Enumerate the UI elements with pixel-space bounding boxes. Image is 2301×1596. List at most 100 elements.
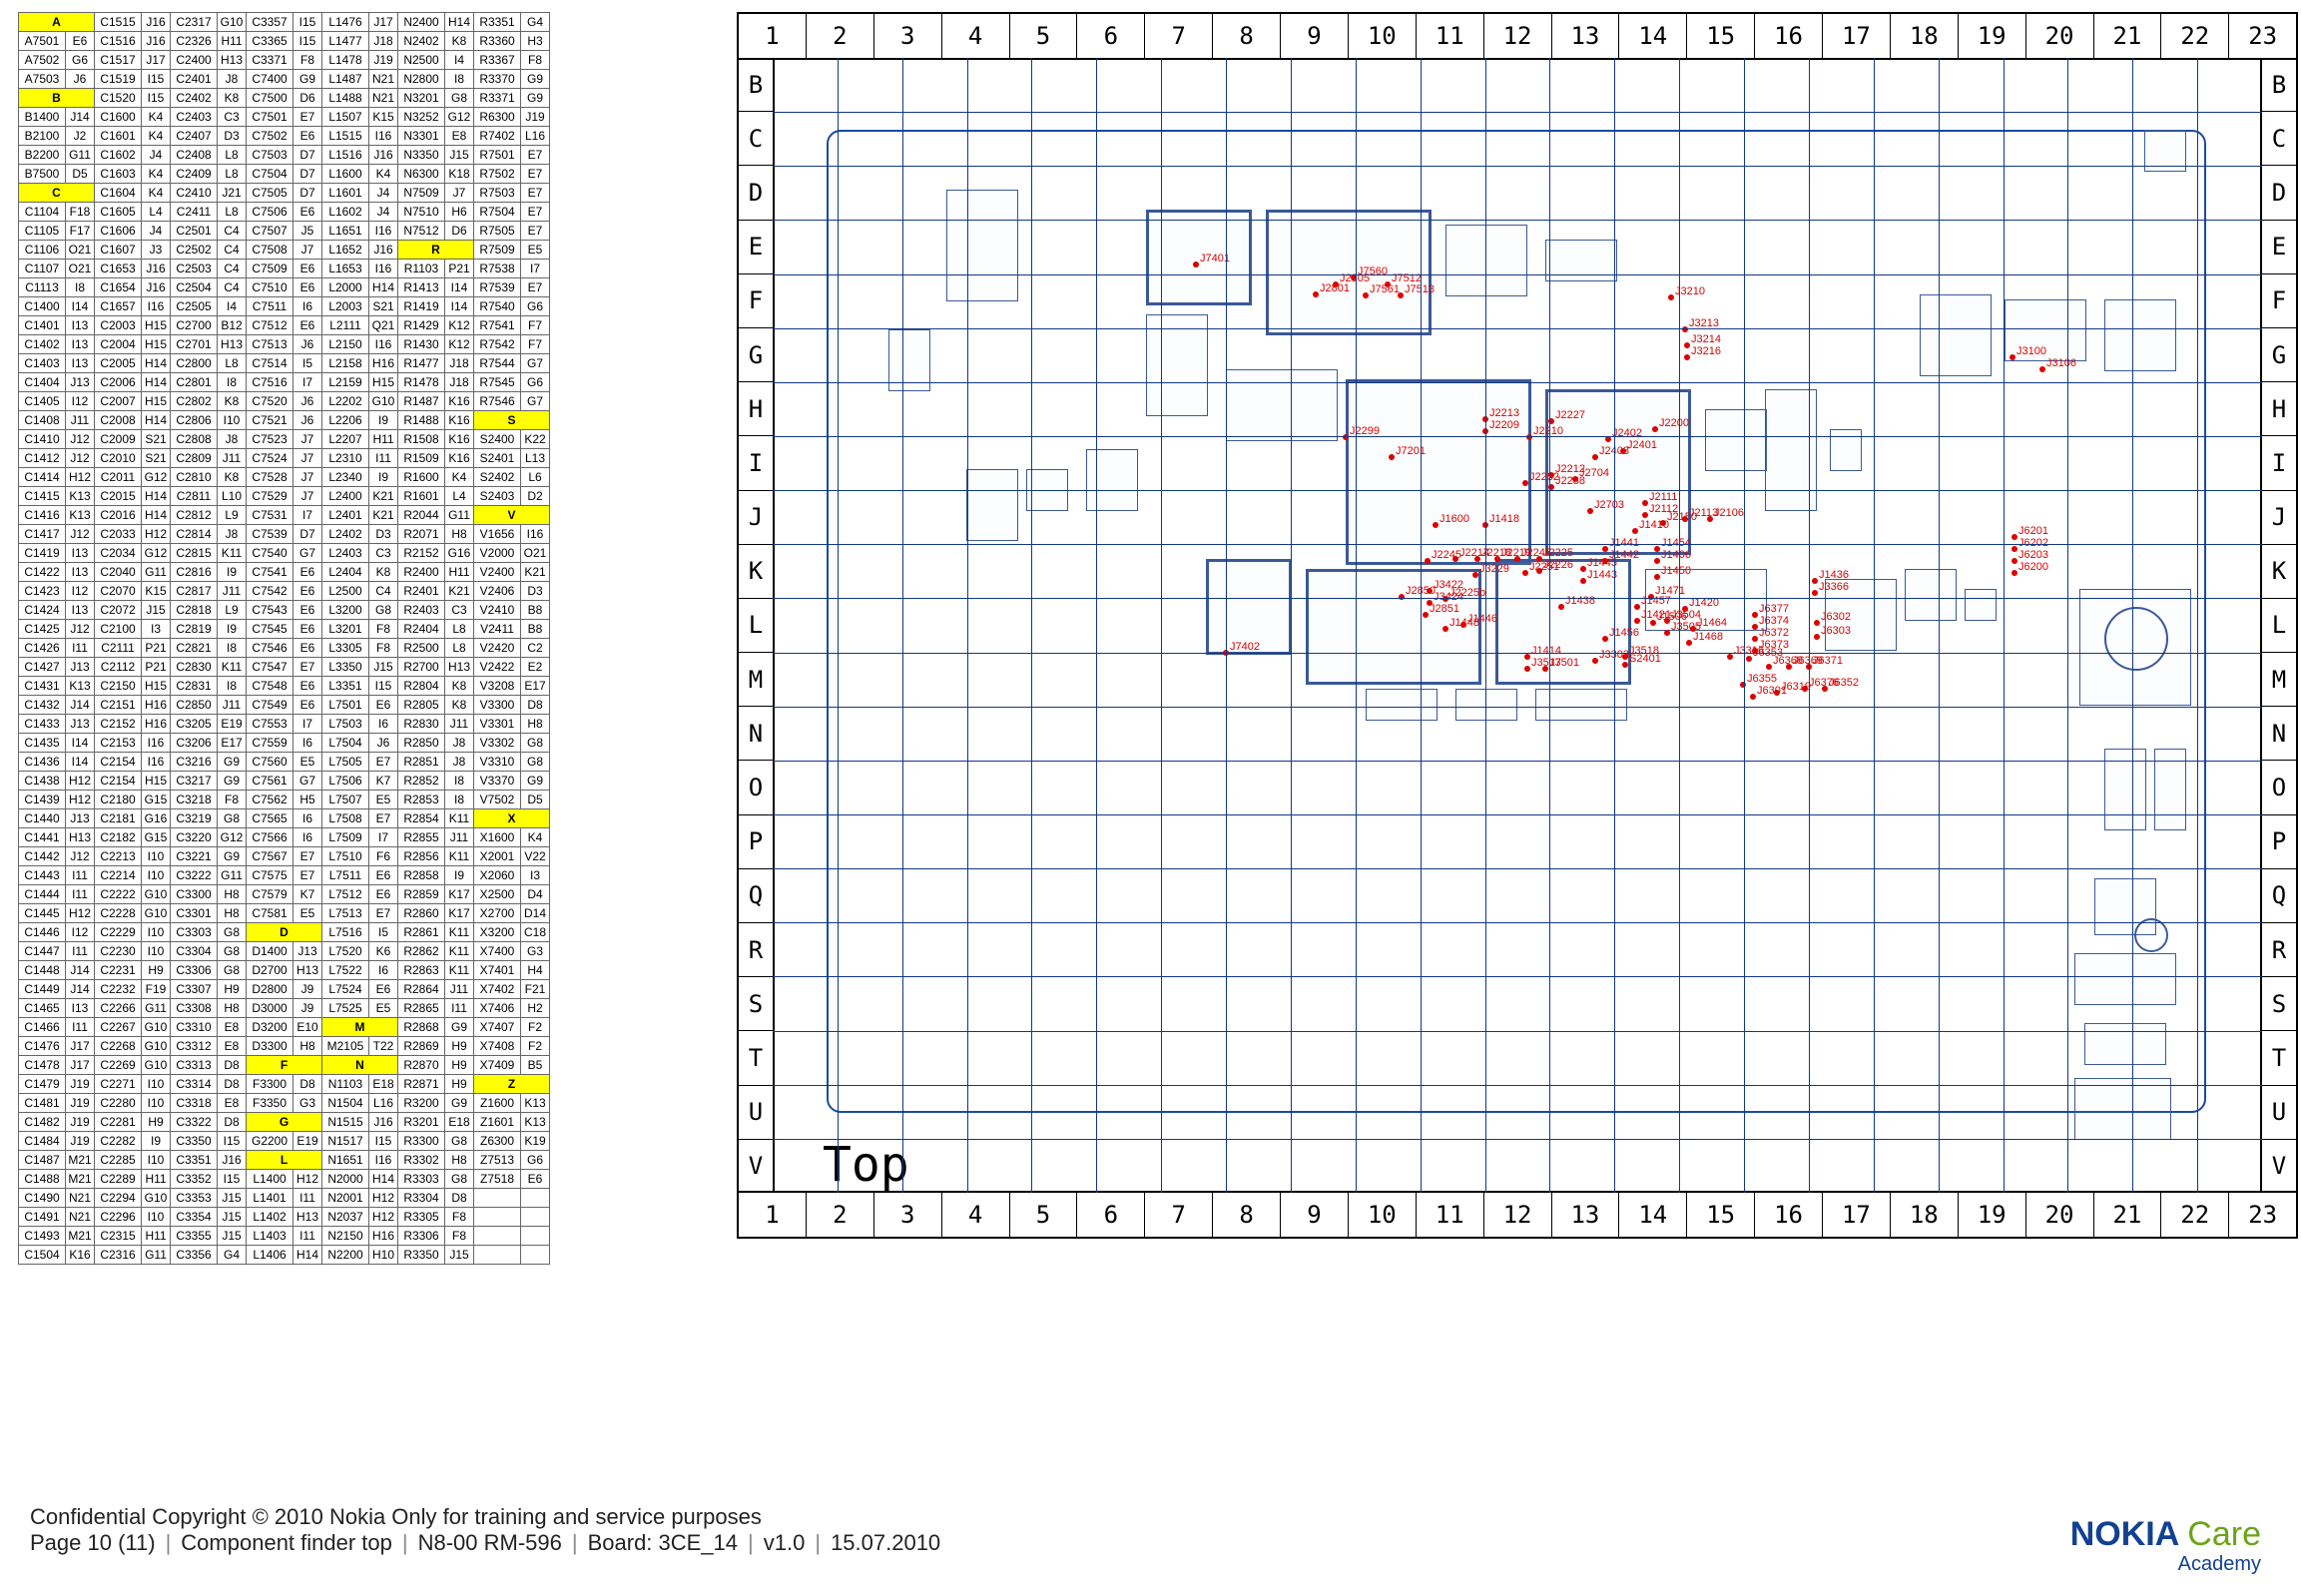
comp-loc: I14 bbox=[445, 278, 474, 297]
comp-loc: E6 bbox=[293, 696, 322, 715]
comp-ref: C1442 bbox=[19, 847, 66, 866]
ruler-col: 17 bbox=[1823, 14, 1891, 58]
comp-ref: C7542 bbox=[247, 582, 293, 601]
comp-ref: C7559 bbox=[247, 734, 293, 753]
comp-ref: C7581 bbox=[247, 904, 293, 923]
comp-loc: I16 bbox=[142, 297, 171, 316]
comp-ref: V3302 bbox=[474, 734, 521, 753]
comp-ref: S2402 bbox=[474, 468, 521, 487]
comp-ref: R2403 bbox=[398, 601, 445, 620]
comp-loc: K17 bbox=[445, 885, 474, 904]
comp-ref: X2060 bbox=[474, 866, 521, 885]
comp-loc: J8 bbox=[218, 430, 247, 449]
comp-loc: E5 bbox=[369, 791, 398, 809]
ruler-row: O bbox=[739, 761, 773, 814]
comp-ref: F3350 bbox=[247, 1094, 293, 1113]
comp-loc: I9 bbox=[369, 468, 398, 487]
table-row: C1478J17C2269G10C3313D8FNR2870H9X7409B5 bbox=[19, 1056, 550, 1075]
comp-loc: H13 bbox=[293, 1208, 322, 1227]
comp-loc: G8 bbox=[445, 1170, 474, 1189]
comp-ref: R7509 bbox=[474, 241, 521, 260]
ruler-row: Q bbox=[2262, 869, 2296, 923]
comp-ref: V2410 bbox=[474, 601, 521, 620]
comp-ref: N3201 bbox=[398, 89, 445, 108]
comp-ref: R2400 bbox=[398, 563, 445, 582]
j-marker bbox=[1707, 516, 1713, 522]
comp-loc: I11 bbox=[66, 942, 95, 961]
comp-ref: R7540 bbox=[474, 297, 521, 316]
comp-ref: L7513 bbox=[322, 904, 369, 923]
j-marker bbox=[2039, 366, 2045, 372]
comp-ref: L7516 bbox=[322, 923, 369, 942]
j-label: J1410 bbox=[1639, 519, 1669, 531]
comp-loc: E7 bbox=[369, 904, 398, 923]
j-label: J6201 bbox=[2018, 525, 2048, 537]
comp-loc: K4 bbox=[369, 165, 398, 184]
comp-loc: H15 bbox=[369, 373, 398, 392]
j-marker bbox=[1602, 546, 1608, 552]
comp-ref: L1406 bbox=[247, 1246, 293, 1265]
comp-ref: R1488 bbox=[398, 411, 445, 430]
comp-ref: N1517 bbox=[322, 1132, 369, 1151]
comp-ref: C7516 bbox=[247, 373, 293, 392]
table-row: AC1515J16C2317G10C3357I15L1476J17N2400H1… bbox=[19, 13, 550, 32]
comp-ref: C2502 bbox=[171, 241, 218, 260]
comp-ref: C1419 bbox=[19, 544, 66, 563]
comp-loc: H9 bbox=[142, 1113, 171, 1132]
comp-loc: H5 bbox=[293, 791, 322, 809]
comp-ref: C7514 bbox=[247, 354, 293, 373]
comp-ref: C2229 bbox=[95, 923, 142, 942]
comp-ref: C3206 bbox=[171, 734, 218, 753]
comp-ref: N2200 bbox=[322, 1246, 369, 1265]
comp-ref: N2800 bbox=[398, 70, 445, 89]
comp-ref: C1402 bbox=[19, 335, 66, 354]
comp-loc: H6 bbox=[445, 203, 474, 222]
comp-loc: I8 bbox=[445, 70, 474, 89]
j-marker bbox=[1668, 294, 1674, 300]
comp-loc: I13 bbox=[66, 601, 95, 620]
comp-loc: C4 bbox=[218, 222, 247, 241]
comp-loc: E6 bbox=[293, 563, 322, 582]
ruler-col: 22 bbox=[2161, 14, 2229, 58]
comp-ref: C1484 bbox=[19, 1132, 66, 1151]
comp-ref bbox=[474, 1227, 521, 1246]
comp-ref: C3322 bbox=[171, 1113, 218, 1132]
comp-ref: R2860 bbox=[398, 904, 445, 923]
j-marker bbox=[2010, 354, 2015, 360]
comp-ref: R2044 bbox=[398, 506, 445, 525]
comp-ref: C1491 bbox=[19, 1208, 66, 1227]
comp-ref: R7502 bbox=[474, 165, 521, 184]
j-marker bbox=[1654, 546, 1660, 552]
comp-ref: C7520 bbox=[247, 392, 293, 411]
comp-ref: C7501 bbox=[247, 108, 293, 127]
comp-ref: C2326 bbox=[171, 32, 218, 51]
j-marker bbox=[1654, 574, 1660, 580]
ruler-row: S bbox=[739, 977, 773, 1031]
comp-ref: R7505 bbox=[474, 222, 521, 241]
ruler-col: 10 bbox=[1349, 14, 1417, 58]
comp-loc: E6 bbox=[369, 980, 398, 999]
ruler-col: 7 bbox=[1145, 14, 1213, 58]
comp-ref: C7523 bbox=[247, 430, 293, 449]
comp-ref: L1403 bbox=[247, 1227, 293, 1246]
comp-loc: J13 bbox=[66, 373, 95, 392]
comp-loc: D3 bbox=[218, 127, 247, 146]
comp-ref: D2800 bbox=[247, 980, 293, 999]
table-row: A7502G6C1517J17C2400H13C3371F8L1478J19N2… bbox=[19, 51, 550, 70]
comp-loc: J8 bbox=[218, 70, 247, 89]
j-label: J1450 bbox=[1661, 565, 1691, 577]
j-label: J6355 bbox=[1747, 673, 1777, 685]
ruler-row: K bbox=[2262, 545, 2296, 599]
j-marker bbox=[1766, 664, 1772, 670]
comp-ref: C2072 bbox=[95, 601, 142, 620]
j-marker bbox=[2012, 558, 2017, 564]
comp-loc: K4 bbox=[142, 108, 171, 127]
ruler-col: 13 bbox=[1552, 14, 1620, 58]
board-side-label: Top bbox=[823, 1137, 909, 1193]
comp-loc: D5 bbox=[66, 165, 95, 184]
comp-ref: R2864 bbox=[398, 980, 445, 999]
j-marker bbox=[1313, 291, 1319, 297]
comp-ref: C2011 bbox=[95, 468, 142, 487]
comp-ref: C3205 bbox=[171, 715, 218, 734]
comp-loc: G9 bbox=[521, 772, 550, 791]
